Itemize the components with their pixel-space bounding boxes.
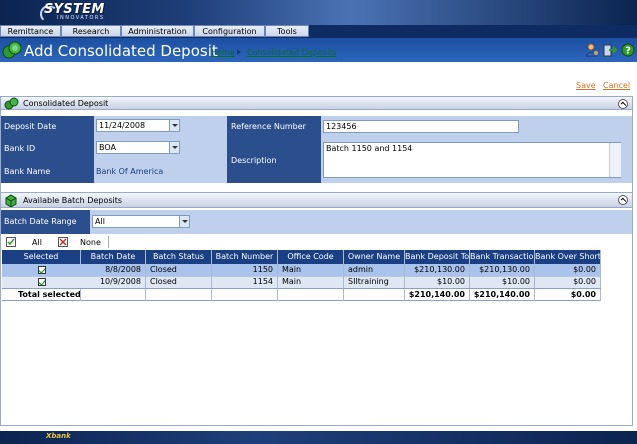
col-batch-status[interactable]: Batch Status: [146, 250, 212, 264]
logout-icon[interactable]: [603, 43, 617, 57]
menu-tools[interactable]: Tools: [265, 25, 309, 37]
breadcrumb-home[interactable]: Home: [211, 48, 235, 57]
cell-batch-number: 1154: [212, 276, 278, 288]
deposit-date-field[interactable]: 11/24/2008: [96, 119, 180, 132]
cell-office-code: Main: [278, 276, 344, 288]
menu-administration[interactable]: Administration: [121, 25, 194, 37]
section-title: Consolidated Deposit: [23, 99, 109, 108]
batch-deposits-header: Available Batch Deposits: [0, 192, 633, 208]
bank-id-select[interactable]: BOA: [96, 141, 180, 154]
batch-date-range-select[interactable]: All: [92, 215, 190, 228]
total-empty-cell: [146, 289, 212, 301]
cell-bank-transaction: $10.00: [470, 276, 535, 288]
select-all-link[interactable]: All: [32, 238, 42, 247]
cell-bank-deposit-total: $210,130.00: [405, 264, 470, 276]
cancel-link[interactable]: Cancel: [603, 81, 630, 90]
row-select-checkbox[interactable]: [38, 278, 46, 286]
cell-bank-over-short: $0.00: [535, 276, 601, 288]
total-bank-transaction: $210,140.00: [470, 289, 535, 301]
reference-number-field[interactable]: 123456: [323, 120, 519, 133]
col-bank-over-short[interactable]: Bank Over Short: [535, 250, 601, 264]
breadcrumb-consolidated-deposits[interactable]: Consolidated Deposits: [247, 48, 336, 57]
cell-owner-name: admin: [344, 264, 405, 276]
total-bank-deposit: $210,140.00: [405, 289, 470, 301]
total-selected-label: Total selected:: [2, 289, 81, 301]
deposit-date-label: Deposit Date: [0, 116, 94, 138]
deposit-date-dropdown-icon[interactable]: [169, 120, 179, 131]
reference-number-label: Reference Number: [227, 116, 321, 138]
col-batch-date[interactable]: Batch Date: [81, 250, 146, 264]
description-label: Description: [227, 138, 321, 183]
menu-configuration[interactable]: Configuration: [194, 25, 265, 37]
footer-logo: Xbank: [46, 432, 71, 440]
total-bank-over-short: $0.00: [535, 289, 601, 301]
row-select-checkbox[interactable]: [38, 266, 46, 274]
help-icon[interactable]: ?: [621, 43, 635, 57]
consolidated-deposit-header: Consolidated Deposit: [0, 96, 633, 110]
toolbar-divider: [108, 236, 109, 248]
select-none-link[interactable]: None: [80, 238, 101, 247]
col-bank-transaction[interactable]: Bank Transaction: [470, 250, 535, 264]
page-title: Add Consolidated Deposit: [24, 42, 218, 60]
cell-bank-over-short: $0.00: [535, 264, 601, 276]
section-title: Available Batch Deposits: [23, 196, 123, 205]
col-batch-number[interactable]: Batch Number: [212, 250, 278, 264]
cell-batch-date: 8/8/2008: [81, 264, 146, 276]
col-owner-name[interactable]: Owner Name: [344, 250, 405, 264]
coins-icon: [2, 41, 22, 59]
description-textarea[interactable]: Batch 1150 and 1154: [323, 142, 621, 178]
select-none-icon[interactable]: [58, 237, 68, 247]
bank-name-label: Bank Name: [0, 160, 94, 183]
cell-batch-status: Closed: [146, 264, 212, 276]
menu-research[interactable]: Research: [61, 25, 121, 37]
bank-id-label: Bank ID: [0, 138, 94, 160]
col-bank-deposit-total[interactable]: Bank Deposit Total: [405, 250, 470, 264]
batch-date-range-label: Batch Date Range: [0, 210, 90, 234]
svg-text:?: ?: [625, 46, 631, 57]
logo-tagline: INNOVATORS: [57, 15, 105, 21]
bank-name-value: Bank Of America: [96, 167, 164, 176]
menu-remittance[interactable]: Remittance: [0, 25, 61, 37]
cell-batch-status: Closed: [146, 276, 212, 288]
footer-bar: [0, 431, 637, 444]
cell-bank-transaction: $210,130.00: [470, 264, 535, 276]
cell-batch-date: 10/9/2008: [81, 276, 146, 288]
collapse-icon[interactable]: [618, 195, 628, 205]
save-link[interactable]: Save: [576, 81, 596, 90]
col-selected[interactable]: Selected: [2, 250, 81, 264]
cell-batch-number: 1150: [212, 264, 278, 276]
col-office-code[interactable]: Office Code: [278, 250, 344, 264]
user-settings-icon[interactable]: [585, 43, 599, 57]
total-empty-cell: [278, 289, 344, 301]
coins-small-icon: [4, 97, 19, 110]
total-empty-cell: [212, 289, 278, 301]
batch-date-range-dropdown-icon[interactable]: [179, 216, 189, 227]
cell-bank-deposit-total: $10.00: [405, 276, 470, 288]
cell-owner-name: SIItraining: [344, 276, 405, 288]
description-scrollbar[interactable]: [609, 143, 621, 177]
system-innovators-logo: SYSTEM INNOVATORS: [40, 2, 128, 23]
cell-office-code: Main: [278, 264, 344, 276]
collapse-icon[interactable]: [618, 99, 628, 109]
total-empty-cell: [81, 289, 146, 301]
bank-id-dropdown-icon[interactable]: [169, 142, 179, 153]
box-icon: [5, 194, 17, 207]
breadcrumb-separator-icon: [237, 49, 241, 55]
select-all-icon[interactable]: [6, 237, 16, 247]
total-empty-cell: [344, 289, 405, 301]
